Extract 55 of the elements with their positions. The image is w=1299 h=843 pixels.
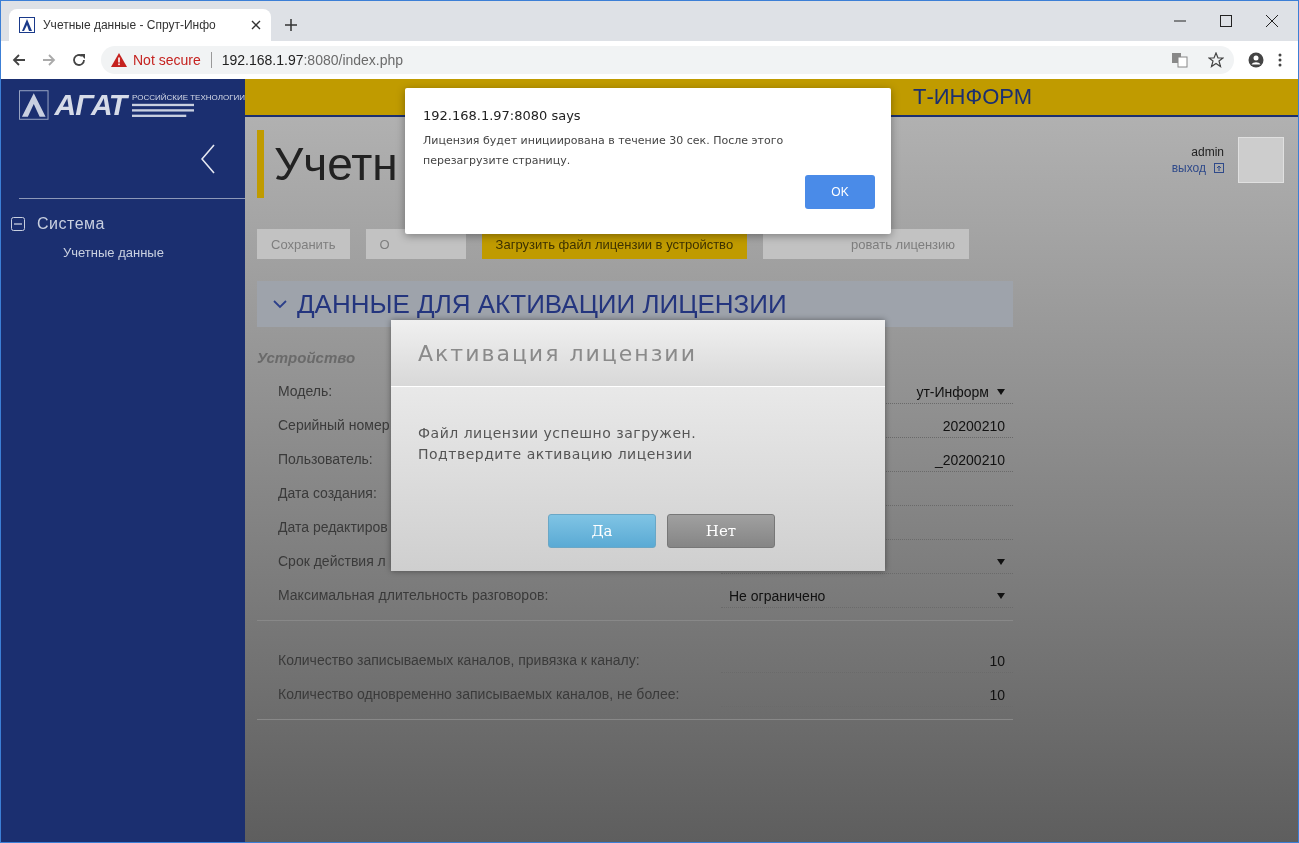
field-label: Срок действия л	[278, 553, 386, 571]
browser-tab[interactable]: Учетные данные - Спрут-Инфо	[9, 9, 271, 41]
alert-title: 192.168.1.97:8080 says	[423, 108, 582, 123]
logo-icon	[19, 17, 35, 33]
logout-link[interactable]: выход	[1171, 161, 1224, 175]
reload-icon[interactable]	[71, 52, 87, 68]
account-icon[interactable]	[1248, 52, 1264, 68]
value-field[interactable]: 10	[721, 683, 1013, 707]
modal-title: Активация лицензии	[418, 340, 697, 366]
avatar-placeholder	[1238, 137, 1284, 183]
page-title: Учетн	[274, 137, 398, 191]
exit-icon	[1214, 163, 1224, 173]
cancel-button[interactable]: Нет	[667, 514, 775, 548]
dropdown-arrow-icon	[997, 388, 1005, 395]
star-icon[interactable]	[1208, 52, 1224, 68]
chevron-left-icon[interactable]	[201, 144, 215, 174]
field-label: Пользователь:	[278, 451, 373, 469]
toolbar-button[interactable]: Сохранить	[257, 229, 350, 259]
plus-icon[interactable]	[285, 19, 297, 31]
field-label: Модель:	[278, 383, 333, 401]
field-label: Дата редактиров	[278, 519, 388, 537]
section-header[interactable]: ДАННЫЕ ДЛЯ АКТИВАЦИИ ЛИЦЕНЗИИ	[257, 281, 1013, 327]
dropdown-field[interactable]: Не ограничено	[721, 584, 1013, 608]
dropdown-arrow-icon	[997, 592, 1005, 599]
field-label: Дата создания:	[278, 485, 377, 503]
dropdown-arrow-icon	[997, 558, 1005, 565]
back-arrow-icon[interactable]	[11, 52, 27, 68]
url-text: 192.168.1.97:8080/index.php	[221, 52, 405, 68]
nav-group[interactable]: Система	[1, 211, 245, 237]
address-bar[interactable]: Not secure 192.168.1.97:8080/index.php	[101, 46, 1234, 74]
confirm-button[interactable]: Да	[548, 514, 656, 548]
logo-icon	[19, 90, 49, 120]
close-icon[interactable]	[1266, 15, 1278, 27]
logo-tagline: РОССИЙСКИЕ ТЕХНОЛОГИИ	[132, 92, 245, 102]
collapse-toggle-icon[interactable]	[11, 217, 25, 231]
value-field[interactable]: 10	[721, 649, 1013, 673]
tab-title: Учетные данные - Спрут-Инфо	[43, 18, 217, 32]
maximize-icon[interactable]	[1220, 15, 1232, 27]
ok-button[interactable]: OK	[805, 175, 875, 209]
field-label: Количество записываемых каналов, привязка к каналу:	[278, 652, 640, 670]
logo-text: АГАТ	[54, 88, 127, 122]
nav-item[interactable]: Учетные данные	[1, 237, 245, 260]
menu-icon[interactable]	[1278, 52, 1282, 68]
field-label: Серийный номер	[278, 417, 390, 435]
field-label: Максимальная длительность разговоров:	[278, 587, 549, 605]
stripes-icon	[132, 101, 195, 118]
modal-message: Файл лицензии успешно загружен. Подтвердите активацию лицензии	[418, 424, 698, 464]
alert-message: Лицензия будет инициирована в течение 30 сек. После этого перезагрузите страницу.	[423, 133, 785, 169]
close-icon[interactable]	[251, 20, 261, 30]
title-accent-bar	[257, 130, 264, 198]
section-title: ДАННЫЕ ДЛЯ АКТИВАЦИИ ЛИЦЕНЗИИ	[297, 288, 787, 320]
security-label: Not secure	[133, 52, 201, 68]
brand-title: Т-ИНФОРМ	[912, 84, 1032, 110]
warning-icon	[111, 53, 127, 67]
user-name: admin	[1191, 145, 1224, 159]
